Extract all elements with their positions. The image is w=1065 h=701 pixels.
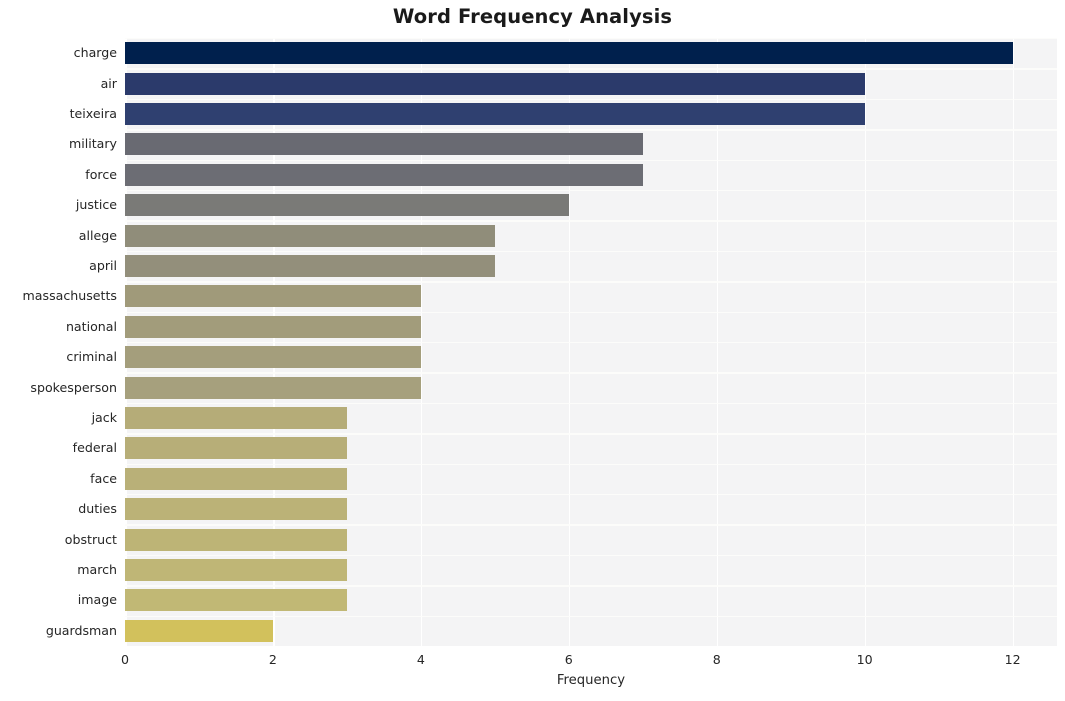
- y-tick-label: guardsman: [45, 622, 117, 638]
- x-tick-label: 4: [416, 652, 425, 667]
- x-tick-label: 8: [712, 652, 721, 667]
- gridline-horizontal: [125, 554, 1057, 557]
- x-tick-label: 2: [268, 652, 277, 667]
- gridline-horizontal: [125, 494, 1057, 496]
- bar[interactable]: [125, 528, 347, 551]
- bar[interactable]: [125, 285, 421, 308]
- y-tick-label: national: [65, 318, 117, 334]
- y-tick-label: force: [85, 166, 117, 182]
- y-tick-label: military: [68, 136, 117, 152]
- gridline-horizontal: [125, 372, 1057, 374]
- x-tick-label: 12: [1004, 652, 1021, 667]
- bar[interactable]: [125, 498, 347, 521]
- gridline-horizontal: [125, 38, 1057, 40]
- bar[interactable]: [125, 346, 421, 369]
- y-tick-label: face: [90, 470, 117, 486]
- figure-canvas: Word Frequency Analysis charge air teixeir…: [0, 0, 1065, 701]
- y-tick-label: criminal: [66, 349, 117, 365]
- gridline-horizontal: [125, 250, 1057, 253]
- gridline-horizontal: [125, 585, 1057, 587]
- bar[interactable]: [125, 72, 865, 95]
- y-tick-label: duties: [78, 501, 117, 517]
- y-tick-label: teixeira: [69, 106, 117, 121]
- gridline-horizontal: [125, 524, 1057, 526]
- gridline-horizontal: [125, 342, 1057, 344]
- bar[interactable]: [125, 589, 347, 612]
- bar[interactable]: [125, 467, 347, 490]
- bar[interactable]: [125, 194, 569, 217]
- x-tick-label: 6: [564, 652, 573, 667]
- gridline-horizontal: [125, 190, 1057, 192]
- bar[interactable]: [125, 376, 421, 399]
- bar[interactable]: [125, 315, 421, 338]
- page-title: Word Frequency Analysis: [392, 5, 673, 28]
- gridline-horizontal: [125, 615, 1057, 617]
- x-tick-label: 10: [856, 652, 873, 667]
- gridline-horizontal: [125, 159, 1057, 161]
- y-tick-label: charge: [73, 45, 117, 61]
- bar[interactable]: [125, 163, 643, 186]
- y-tick-label: spokesperson: [30, 379, 117, 395]
- gridline-horizontal: [125, 220, 1057, 222]
- gridline-horizontal: [125, 402, 1057, 405]
- bar[interactable]: [125, 407, 347, 429]
- gridline-horizontal: [125, 129, 1057, 131]
- y-tick-label: allege: [78, 227, 117, 243]
- bar[interactable]: [125, 437, 347, 460]
- y-tick-label: massachusetts: [22, 288, 117, 304]
- plot-area: [125, 38, 1057, 646]
- y-tick-label: justice: [75, 197, 117, 213]
- gridline-horizontal: [125, 433, 1057, 435]
- bar[interactable]: [125, 103, 865, 125]
- gridline-horizontal: [125, 463, 1057, 465]
- x-axis-label: Frequency: [556, 673, 626, 688]
- gridline-horizontal: [125, 281, 1057, 283]
- bar[interactable]: [125, 133, 643, 156]
- gridline-horizontal: [125, 311, 1057, 313]
- bar[interactable]: [125, 224, 495, 247]
- x-tick-label: 0: [120, 652, 129, 667]
- y-tick-label: image: [77, 592, 117, 608]
- y-tick-label: air: [100, 75, 117, 91]
- y-tick-label: federal: [72, 440, 117, 456]
- bar[interactable]: [125, 619, 273, 642]
- y-tick-label: jack: [91, 410, 117, 425]
- bar[interactable]: [125, 559, 347, 581]
- bar[interactable]: [125, 42, 1013, 65]
- y-tick-label: march: [77, 562, 117, 577]
- gridline-horizontal: [125, 68, 1057, 70]
- gridline-horizontal: [125, 98, 1057, 101]
- y-tick-label: april: [89, 258, 117, 273]
- y-tick-label: obstruct: [64, 531, 117, 547]
- bar[interactable]: [125, 255, 495, 277]
